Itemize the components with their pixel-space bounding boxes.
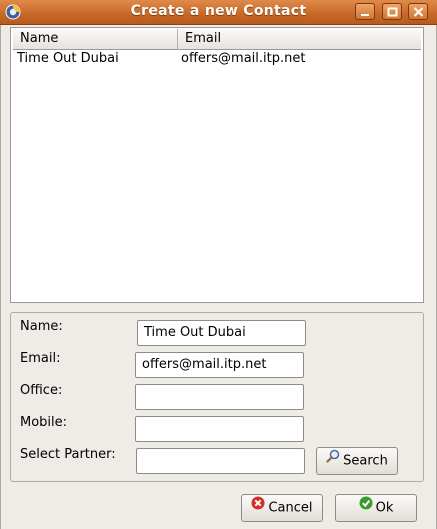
mobile-label: Mobile:	[20, 415, 68, 430]
cancel-button-label: Cancel	[268, 500, 313, 516]
select-partner-label: Select Partner:	[20, 447, 116, 462]
cancel-button[interactable]: Cancel	[241, 494, 323, 522]
name-field[interactable]: Time Out Dubai	[137, 320, 306, 346]
cancel-icon	[251, 494, 265, 520]
magnifier-icon	[326, 447, 340, 473]
office-field[interactable]	[135, 384, 304, 410]
name-label: Name:	[20, 319, 63, 334]
ok-check-icon	[359, 494, 373, 520]
ok-button[interactable]: Ok	[335, 494, 417, 522]
table-row[interactable]: Time Out Dubai offers@mail.itp.net	[13, 50, 421, 68]
ok-button-label: Ok	[375, 500, 394, 516]
maximize-icon	[387, 7, 398, 17]
contact-table[interactable]: Name Email Time Out Dubai offers@mail.it…	[10, 27, 424, 303]
email-field[interactable]: offers@mail.itp.net	[135, 352, 304, 378]
search-button[interactable]: Search	[316, 447, 398, 475]
office-label: Office:	[20, 383, 63, 398]
minimize-button[interactable]	[355, 3, 375, 20]
table-cell-email: offers@mail.itp.net	[181, 51, 306, 66]
search-button-label: Search	[343, 453, 388, 469]
minimize-icon	[361, 14, 369, 16]
select-partner-field[interactable]	[136, 448, 305, 474]
email-label: Email:	[20, 351, 61, 366]
mobile-field[interactable]	[135, 416, 304, 442]
maximize-button[interactable]	[382, 3, 402, 20]
close-icon	[413, 7, 424, 17]
column-header-email[interactable]: Email	[178, 29, 421, 49]
close-button[interactable]	[408, 3, 428, 20]
column-header-name[interactable]: Name	[13, 29, 178, 49]
table-cell-name: Time Out Dubai	[17, 51, 119, 66]
window-titlebar[interactable]: Create a new Contact	[0, 0, 437, 25]
table-header: Name Email	[13, 29, 421, 50]
